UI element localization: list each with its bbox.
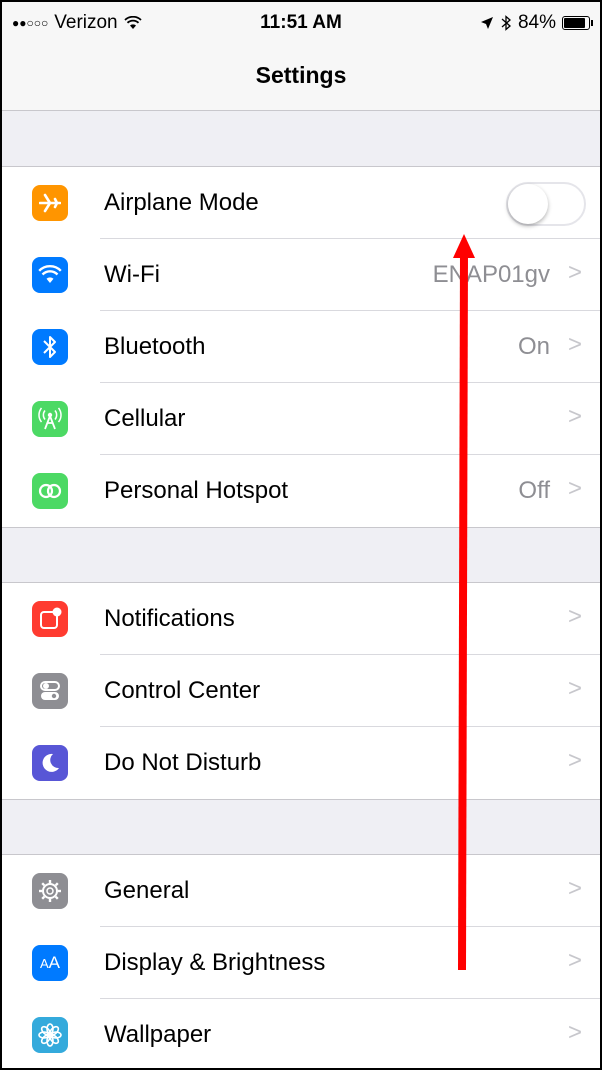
- row-value: Off: [518, 477, 550, 504]
- bluetooth-icon: [32, 329, 68, 365]
- airplane-mode-toggle[interactable]: [506, 182, 586, 226]
- chevron-right-icon: >: [567, 875, 582, 902]
- row-label: General: [104, 877, 190, 904]
- chevron-right-icon: >: [567, 747, 582, 774]
- row-notifications[interactable]: Notifications >: [2, 583, 600, 655]
- battery-percent: 84%: [517, 12, 556, 33]
- settings-group-device: General > AA Display & Brightness > Wall…: [2, 854, 600, 1068]
- row-label: Notifications: [104, 605, 235, 632]
- row-bluetooth[interactable]: Bluetooth On >: [2, 311, 600, 383]
- row-general[interactable]: General >: [2, 855, 600, 927]
- chevron-right-icon: >: [567, 331, 582, 358]
- chevron-right-icon: >: [567, 475, 582, 502]
- chevron-right-icon: >: [567, 259, 582, 286]
- toggle-knob: [508, 184, 548, 224]
- settings-group-alerts: Notifications > Control Center > Do Not …: [2, 582, 600, 800]
- row-label: Airplane Mode: [104, 189, 259, 216]
- phone-screen: ●●○○○ Verizon 11:51 AM 84% Settings Airp…: [0, 0, 602, 1070]
- row-label: Wi-Fi: [104, 261, 160, 288]
- row-label: Bluetooth: [104, 333, 206, 360]
- notifications-icon: [32, 601, 68, 637]
- bluetooth-status-icon: [501, 15, 511, 31]
- row-label: Personal Hotspot: [104, 477, 289, 504]
- row-wifi[interactable]: Wi-Fi ENAP01gv >: [2, 239, 600, 311]
- airplane-icon: [32, 185, 68, 221]
- row-personal-hotspot[interactable]: Personal Hotspot Off >: [2, 455, 600, 527]
- navigation-bar: Settings: [2, 42, 600, 111]
- control-center-icon: [32, 673, 68, 709]
- location-icon: [480, 17, 493, 29]
- status-right: 84%: [480, 12, 593, 34]
- status-bar: ●●○○○ Verizon 11:51 AM 84%: [2, 2, 600, 42]
- wallpaper-icon: [32, 1017, 68, 1053]
- row-label: Cellular: [104, 405, 186, 432]
- row-airplane-mode[interactable]: Airplane Mode: [2, 167, 600, 239]
- moon-icon: [32, 745, 68, 781]
- row-value: On: [517, 333, 550, 360]
- cellular-icon: [32, 401, 68, 437]
- display-brightness-icon: AA: [32, 945, 68, 981]
- row-do-not-disturb[interactable]: Do Not Disturb >: [2, 727, 600, 799]
- row-display-brightness[interactable]: AA Display & Brightness >: [2, 927, 600, 999]
- chevron-right-icon: >: [567, 947, 582, 974]
- chevron-right-icon: >: [567, 403, 582, 430]
- chevron-right-icon: >: [567, 1019, 582, 1046]
- row-label: Control Center: [104, 677, 261, 704]
- row-control-center[interactable]: Control Center >: [2, 655, 600, 727]
- row-value: ENAP01gv: [432, 261, 550, 288]
- row-label: Wallpaper: [104, 1021, 212, 1048]
- page-title: Settings: [255, 62, 347, 88]
- wifi-icon: [32, 257, 68, 293]
- row-label: Display & Brightness: [104, 949, 326, 976]
- row-label: Do Not Disturb: [104, 749, 262, 776]
- chevron-right-icon: >: [567, 603, 582, 630]
- gear-icon: [32, 873, 68, 909]
- battery-icon: [562, 16, 593, 30]
- chevron-right-icon: >: [567, 675, 582, 702]
- row-wallpaper[interactable]: Wallpaper >: [2, 999, 600, 1068]
- hotspot-icon: [32, 473, 68, 509]
- settings-group-connectivity: Airplane Mode Wi-Fi ENAP01gv > Bluetooth…: [2, 166, 600, 528]
- row-cellular[interactable]: Cellular >: [2, 383, 600, 455]
